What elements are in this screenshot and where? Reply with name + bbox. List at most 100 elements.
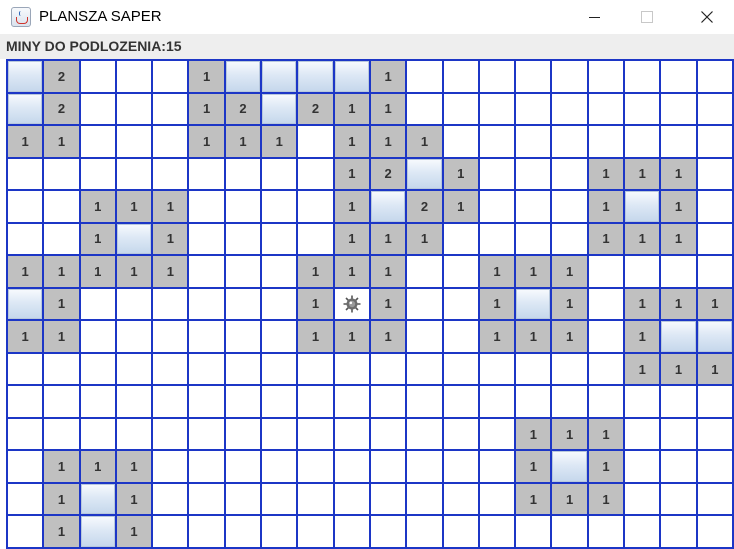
empty-cell[interactable] [189, 191, 224, 222]
empty-cell[interactable] [8, 418, 43, 450]
number-cell[interactable]: 1 [116, 516, 152, 547]
empty-cell[interactable] [44, 353, 79, 385]
empty-cell[interactable] [443, 516, 478, 547]
empty-cell[interactable] [189, 516, 224, 547]
number-cell[interactable]: 1 [552, 256, 587, 287]
number-cell[interactable]: 1 [588, 223, 624, 255]
empty-cell[interactable] [116, 93, 152, 125]
empty-cell[interactable] [334, 516, 369, 547]
empty-cell[interactable] [370, 353, 406, 385]
empty-cell[interactable] [625, 386, 660, 417]
empty-cell[interactable] [625, 126, 660, 157]
empty-cell[interactable] [334, 451, 369, 482]
number-cell[interactable]: 1 [116, 256, 152, 287]
number-cell[interactable]: 1 [153, 223, 188, 255]
empty-cell[interactable] [516, 126, 551, 157]
number-cell[interactable]: 1 [625, 353, 660, 385]
number-cell[interactable]: 1 [116, 191, 152, 222]
number-cell[interactable]: 1 [443, 158, 478, 190]
number-cell[interactable]: 1 [588, 418, 624, 450]
number-cell[interactable]: 1 [44, 321, 79, 352]
empty-cell[interactable] [516, 61, 551, 92]
empty-cell[interactable] [225, 483, 261, 515]
empty-cell[interactable] [262, 418, 297, 450]
empty-cell[interactable] [407, 61, 442, 92]
empty-cell[interactable] [407, 353, 442, 385]
empty-cell[interactable] [262, 191, 297, 222]
number-cell[interactable]: 1 [44, 126, 79, 157]
empty-cell[interactable] [479, 61, 515, 92]
number-cell[interactable]: 1 [661, 223, 696, 255]
empty-cell[interactable] [697, 386, 732, 417]
empty-cell[interactable] [661, 126, 696, 157]
empty-cell[interactable] [298, 516, 333, 547]
empty-cell[interactable] [298, 223, 333, 255]
empty-cell[interactable] [153, 386, 188, 417]
number-cell[interactable]: 1 [661, 288, 696, 320]
empty-cell[interactable] [443, 93, 478, 125]
empty-cell[interactable] [407, 93, 442, 125]
empty-cell[interactable] [661, 418, 696, 450]
number-cell[interactable]: 1 [334, 191, 369, 222]
empty-cell[interactable] [661, 451, 696, 482]
empty-cell[interactable] [189, 321, 224, 352]
empty-cell[interactable] [661, 483, 696, 515]
empty-cell[interactable] [116, 126, 152, 157]
number-cell[interactable]: 1 [552, 418, 587, 450]
empty-cell[interactable] [697, 451, 732, 482]
empty-cell[interactable] [116, 386, 152, 417]
empty-cell[interactable] [588, 288, 624, 320]
number-cell[interactable]: 1 [516, 256, 551, 287]
empty-cell[interactable] [697, 93, 732, 125]
empty-cell[interactable] [80, 93, 115, 125]
number-cell[interactable]: 1 [116, 451, 152, 482]
number-cell[interactable]: 1 [8, 256, 43, 287]
empty-cell[interactable] [189, 288, 224, 320]
empty-cell[interactable] [189, 451, 224, 482]
hidden-cell[interactable] [625, 191, 660, 222]
number-cell[interactable]: 1 [516, 483, 551, 515]
empty-cell[interactable] [298, 353, 333, 385]
number-cell[interactable]: 1 [552, 288, 587, 320]
number-cell[interactable]: 1 [697, 353, 732, 385]
empty-cell[interactable] [44, 191, 79, 222]
number-cell[interactable]: 1 [516, 418, 551, 450]
number-cell[interactable]: 1 [80, 451, 115, 482]
empty-cell[interactable] [552, 223, 587, 255]
empty-cell[interactable] [516, 353, 551, 385]
maximize-button[interactable] [624, 0, 670, 34]
number-cell[interactable]: 1 [334, 158, 369, 190]
empty-cell[interactable] [262, 516, 297, 547]
empty-cell[interactable] [407, 256, 442, 287]
empty-cell[interactable] [153, 126, 188, 157]
empty-cell[interactable] [443, 483, 478, 515]
number-cell[interactable]: 1 [370, 256, 406, 287]
empty-cell[interactable] [443, 418, 478, 450]
number-cell[interactable]: 1 [334, 223, 369, 255]
empty-cell[interactable] [298, 418, 333, 450]
empty-cell[interactable] [479, 93, 515, 125]
empty-cell[interactable] [225, 191, 261, 222]
number-cell[interactable]: 1 [116, 483, 152, 515]
empty-cell[interactable] [370, 516, 406, 547]
empty-cell[interactable] [334, 418, 369, 450]
empty-cell[interactable] [443, 451, 478, 482]
number-cell[interactable]: 1 [625, 321, 660, 352]
number-cell[interactable]: 1 [407, 223, 442, 255]
empty-cell[interactable] [189, 223, 224, 255]
empty-cell[interactable] [407, 483, 442, 515]
empty-cell[interactable] [625, 256, 660, 287]
empty-cell[interactable] [262, 451, 297, 482]
empty-cell[interactable] [516, 386, 551, 417]
hidden-cell[interactable] [262, 61, 297, 92]
empty-cell[interactable] [625, 516, 660, 547]
empty-cell[interactable] [262, 321, 297, 352]
hidden-cell[interactable] [262, 93, 297, 125]
empty-cell[interactable] [189, 386, 224, 417]
empty-cell[interactable] [516, 516, 551, 547]
empty-cell[interactable] [189, 483, 224, 515]
number-cell[interactable]: 1 [189, 126, 224, 157]
number-cell[interactable]: 1 [370, 126, 406, 157]
empty-cell[interactable] [116, 61, 152, 92]
empty-cell[interactable] [407, 288, 442, 320]
